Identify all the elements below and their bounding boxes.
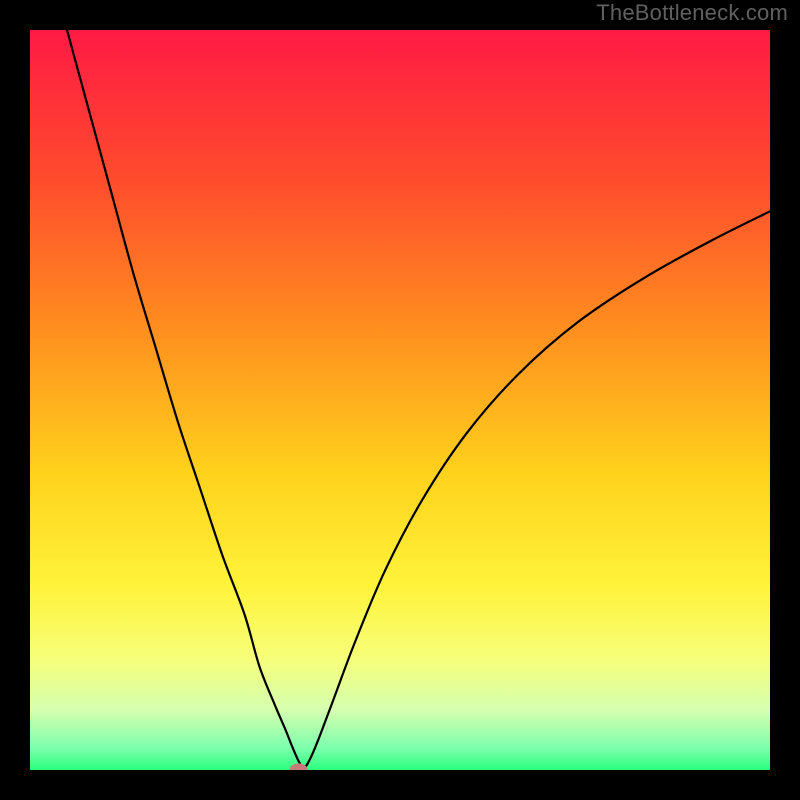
plot-svg bbox=[30, 30, 770, 770]
gradient-background bbox=[30, 30, 770, 770]
outer-black-frame: TheBottleneck.com bbox=[0, 0, 800, 800]
site-watermark: TheBottleneck.com bbox=[596, 0, 788, 26]
